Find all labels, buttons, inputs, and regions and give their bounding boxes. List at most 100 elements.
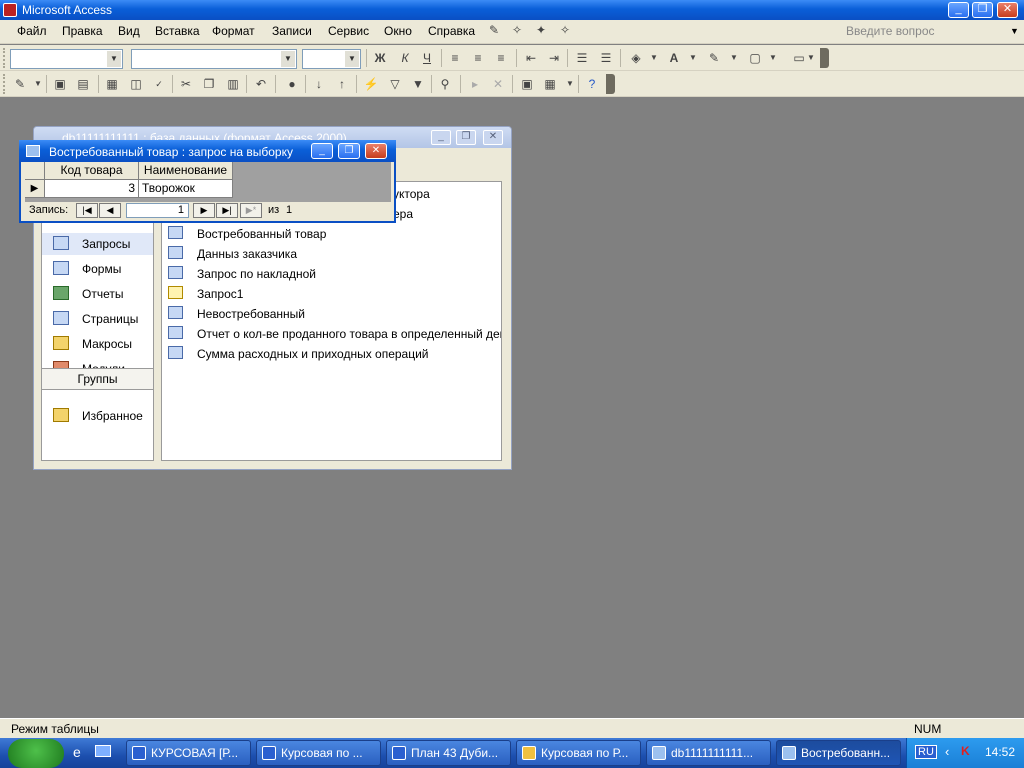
chevron-down-icon[interactable]: ▼	[684, 50, 702, 66]
taskbar-item-query[interactable]: Востребованн...	[776, 740, 901, 766]
record-selector-icon[interactable]: ▶	[25, 180, 45, 198]
cut-icon[interactable]: ✂	[177, 76, 195, 92]
underline-button[interactable]: Ч	[418, 50, 436, 66]
minimize-button[interactable]: _	[948, 2, 969, 18]
query-window-title-bar[interactable]: Востребованный товар : запрос на выборку…	[19, 140, 396, 162]
menu-window[interactable]: Окно	[384, 24, 412, 38]
menu-records[interactable]: Записи	[272, 24, 312, 38]
search-file-icon[interactable]: ▤	[74, 76, 92, 92]
filter-by-form-icon[interactable]: ▽	[386, 76, 404, 92]
menu-icon-4[interactable]: ✧	[556, 22, 574, 38]
align-right-icon[interactable]: ≡	[492, 50, 510, 66]
hyperlink-icon[interactable]: ●	[283, 76, 301, 92]
outdent-icon[interactable]: ⇤	[522, 50, 540, 66]
app-title-bar[interactable]: Microsoft Access _ ❐ ✕	[0, 0, 1024, 20]
previous-record-button[interactable]: ◀	[99, 203, 121, 218]
menu-icon-1[interactable]: ✎	[485, 22, 503, 38]
first-record-button[interactable]: |◀	[76, 203, 98, 218]
last-record-button[interactable]: ▶|	[216, 203, 238, 218]
print-preview-icon[interactable]: ◫	[127, 76, 145, 92]
db-close-button[interactable]: ✕	[483, 130, 503, 145]
query-minimize-button[interactable]: _	[311, 143, 333, 159]
toolbar-grip[interactable]	[3, 48, 6, 68]
close-button[interactable]: ✕	[997, 2, 1018, 18]
chevron-down-icon[interactable]: ▼	[345, 51, 359, 67]
database-window-icon[interactable]: ▣	[518, 76, 536, 92]
menu-format[interactable]: Формат	[212, 24, 255, 38]
chevron-down-icon[interactable]: ▼	[725, 50, 743, 66]
objects-pages[interactable]: Страницы	[42, 308, 153, 330]
bold-button[interactable]: Ж	[371, 50, 389, 66]
sort-ascending-icon[interactable]: ↓	[310, 76, 328, 92]
font-size-combo[interactable]: ▼	[302, 49, 361, 69]
query-restore-button[interactable]: ❐	[338, 143, 360, 159]
select-all-cell[interactable]	[25, 162, 45, 180]
new-record-button[interactable]: ▶*	[240, 203, 262, 218]
chevron-down-icon[interactable]: ▼	[107, 51, 121, 67]
column-header-code[interactable]: Код товара	[45, 162, 139, 180]
query-close-button[interactable]: ✕	[365, 143, 387, 159]
sort-descending-icon[interactable]: ↑	[333, 76, 351, 92]
spelling-icon[interactable]: ✓	[150, 76, 168, 92]
undo-icon[interactable]: ↶	[252, 76, 270, 92]
access-app-icon[interactable]	[3, 3, 17, 17]
antivirus-icon[interactable]: K	[961, 744, 970, 758]
query-window[interactable]: Востребованный товар : запрос на выборку…	[19, 140, 396, 223]
current-record-input[interactable]: 1	[126, 203, 189, 218]
object-combo[interactable]: ▼	[10, 49, 123, 69]
border-icon[interactable]: ▢	[746, 50, 764, 66]
column-header-name[interactable]: Наименование	[139, 162, 233, 180]
taskbar-item-database[interactable]: db1111111111...	[646, 740, 771, 766]
apply-filter-icon[interactable]: ▼	[409, 76, 427, 92]
chevron-left-icon[interactable]: ‹	[945, 744, 949, 759]
db-minimize-button[interactable]: _	[431, 130, 451, 145]
filter-by-selection-icon[interactable]: ⚡	[362, 76, 380, 92]
menu-icon-2[interactable]: ✧	[508, 22, 526, 38]
taskbar-item-word-3[interactable]: План 43 Дуби...	[386, 740, 511, 766]
restore-button[interactable]: ❐	[972, 2, 993, 18]
menu-edit[interactable]: Правка	[62, 24, 103, 38]
chevron-down-icon[interactable]: ▼	[802, 50, 820, 66]
italic-button[interactable]: К	[396, 50, 414, 66]
font-color-icon[interactable]: A	[665, 50, 683, 66]
find-icon[interactable]: ⚲	[436, 76, 454, 92]
new-record-icon[interactable]: ▸	[466, 76, 484, 92]
help-icon[interactable]: ?	[583, 76, 601, 92]
paste-icon[interactable]: ▥	[224, 76, 242, 92]
taskbar-item-word-1[interactable]: КУРСОВАЯ [Р...	[126, 740, 251, 766]
objects-queries[interactable]: Запросы	[42, 233, 153, 255]
taskbar-item-word-2[interactable]: Курсовая по ...	[256, 740, 381, 766]
cell-name[interactable]: Творожок	[139, 180, 233, 198]
view-icon[interactable]: ✎	[11, 76, 29, 92]
delete-record-icon[interactable]: ✕	[489, 76, 507, 92]
chevron-down-icon[interactable]: ▼	[1010, 26, 1019, 36]
start-button[interactable]	[8, 739, 64, 768]
chevron-down-icon[interactable]: ▼	[764, 50, 782, 66]
db-restore-button[interactable]: ❐	[456, 130, 476, 145]
menu-view[interactable]: Вид	[118, 24, 140, 38]
taskbar-item-folder[interactable]: Курсовая по Р...	[516, 740, 641, 766]
align-left-icon[interactable]: ≡	[446, 50, 464, 66]
language-indicator[interactable]: RU	[915, 745, 937, 759]
toolbar-options-button[interactable]	[606, 74, 615, 94]
menu-insert[interactable]: Вставка	[155, 24, 200, 38]
menu-tools[interactable]: Сервис	[328, 24, 369, 38]
align-center-icon[interactable]: ≡	[469, 50, 487, 66]
objects-reports[interactable]: Отчеты	[42, 283, 153, 305]
objects-forms[interactable]: Формы	[42, 258, 153, 280]
chevron-down-icon[interactable]: ▼	[29, 76, 47, 92]
groups-header[interactable]: Группы	[42, 368, 153, 390]
bullet-list-icon[interactable]: ☰	[597, 50, 615, 66]
save-icon[interactable]: ▣	[51, 76, 69, 92]
objects-macros[interactable]: Макросы	[42, 333, 153, 355]
indent-icon[interactable]: ⇥	[545, 50, 563, 66]
new-object-icon[interactable]: ▦	[541, 76, 559, 92]
copy-icon[interactable]: ❐	[200, 76, 218, 92]
menu-icon-3[interactable]: ✦	[532, 22, 550, 38]
line-color-icon[interactable]: ✎	[705, 50, 723, 66]
group-favorites[interactable]: Избранное	[42, 405, 153, 427]
print-icon[interactable]: ▦	[103, 76, 121, 92]
chevron-down-icon[interactable]: ▼	[561, 76, 579, 92]
ask-question-input[interactable]: Введите вопрос	[843, 24, 1018, 41]
cell-code[interactable]: 3	[45, 180, 139, 198]
